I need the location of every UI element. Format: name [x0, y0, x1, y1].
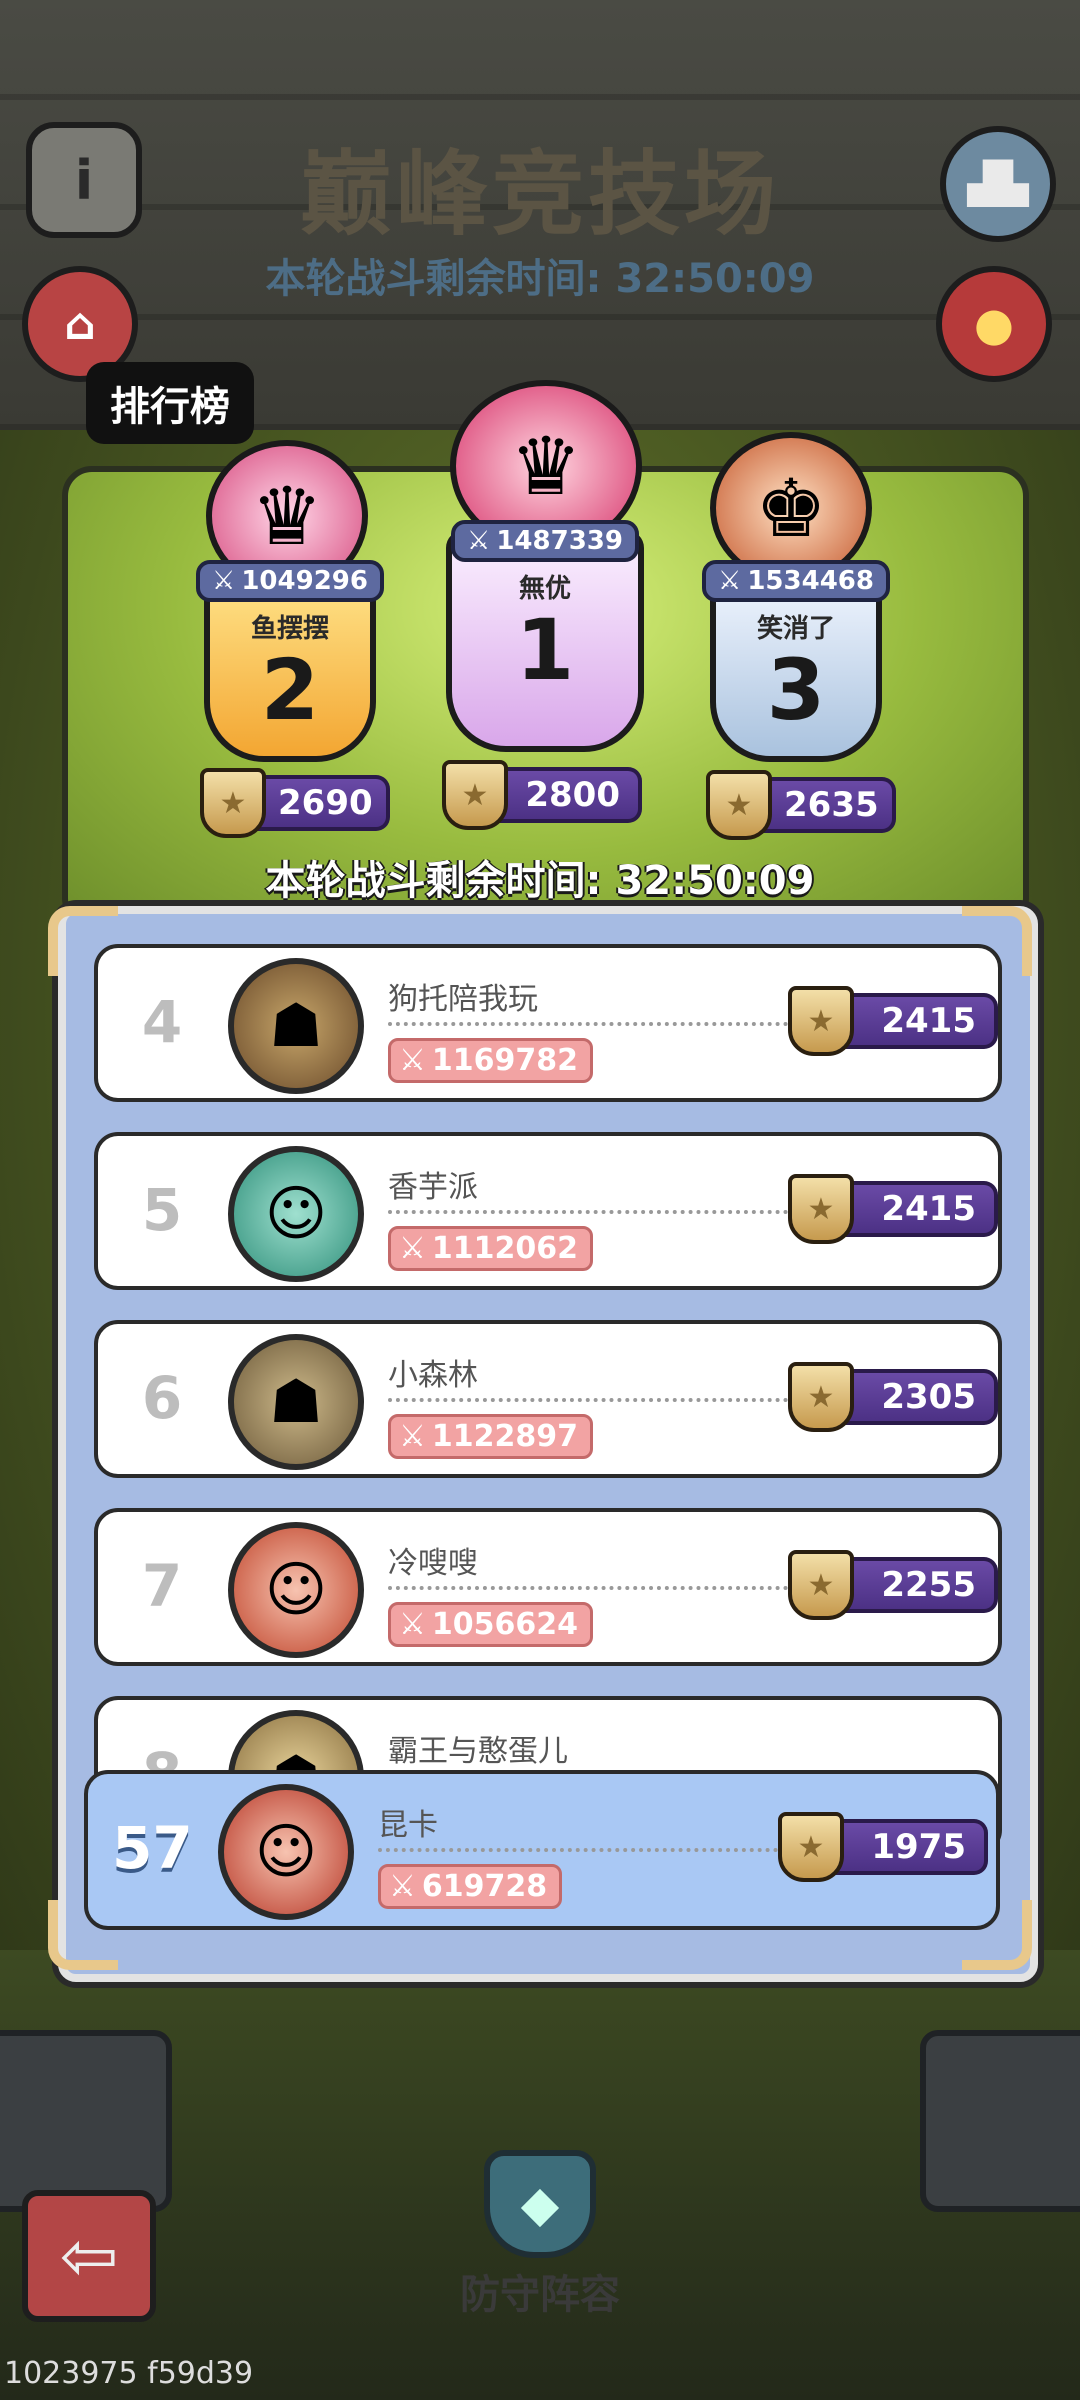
my-rank-row[interactable]: 57 ☺ 昆卡 ⚔ 619728 ★ 1975 — [84, 1770, 1000, 1930]
player-name: 狗托陪我玩 — [388, 982, 538, 1017]
trophy-icon: ★ — [200, 768, 266, 838]
trophy-score: ★ 2415 — [788, 986, 998, 1056]
player-name: 無优 — [518, 574, 571, 604]
podium-button[interactable]: ▟▙ — [940, 126, 1056, 242]
trophy-icon: ★ — [442, 760, 508, 830]
player-name: 小森林 — [388, 1358, 478, 1393]
player-avatar[interactable]: ☺ — [228, 1146, 364, 1282]
shop-icon: ⌂ — [64, 298, 96, 350]
player-name: 冷嗖嗖 — [388, 1546, 478, 1581]
trophy-icon: ★ — [788, 1362, 854, 1432]
power-icon: ⚔ — [399, 1607, 426, 1642]
chest-button[interactable]: ● — [936, 266, 1052, 382]
divider — [388, 1022, 788, 1026]
trophy-icon: ★ — [788, 1550, 854, 1620]
trophy-icon: ★ — [778, 1812, 844, 1882]
leaderboard-row[interactable]: 4 ☗ 狗托陪我玩 ⚔ 1169782 ★ 2415 — [94, 944, 1002, 1102]
trophy-icon: ★ — [788, 1174, 854, 1244]
row-rank: 5 — [141, 1176, 183, 1244]
back-arrow-icon: ⇦ — [59, 2215, 119, 2297]
power-pill: ⚔ 1487339 — [451, 520, 639, 562]
trophy-score: ★ 2415 — [788, 1174, 998, 1244]
build-id: 1023975 f59d39 — [4, 2356, 254, 2391]
trophy-score: ★ 2255 — [788, 1550, 998, 1620]
power-pill: ⚔ 1534468 — [702, 560, 890, 602]
podium-icon: ▟▙ — [967, 161, 1029, 207]
leaderboard-row[interactable]: 7 ☺ 冷嗖嗖 ⚔ 1056624 ★ 2255 — [94, 1508, 1002, 1666]
player-avatar[interactable]: ☺ — [218, 1784, 354, 1920]
power-icon: ⚔ — [399, 1231, 426, 1266]
power-icon: ⚔ — [399, 1043, 426, 1078]
power-icon: ⚔ — [212, 566, 236, 596]
rank-number: 3 — [766, 641, 826, 739]
player-avatar[interactable]: ☺ — [228, 1522, 364, 1658]
power-pill: ⚔ 1049296 — [196, 560, 384, 602]
power-icon: ⚔ — [467, 526, 491, 556]
player-name: 霸王与憨蛋儿 — [388, 1734, 568, 1769]
player-name: 昆卡 — [378, 1808, 438, 1843]
player-avatar[interactable]: ☗ — [228, 958, 364, 1094]
power-badge: ⚔ 1169782 — [388, 1038, 594, 1083]
player-name: 鱼摆摆 — [250, 614, 329, 644]
score-rank-3: ★ 2635 — [706, 770, 896, 840]
player-avatar[interactable]: ☗ — [228, 1334, 364, 1470]
score-rank-2: ★ 2690 — [200, 768, 390, 838]
divider — [378, 1848, 778, 1852]
trophy-score: ★ 2305 — [788, 1362, 998, 1432]
row-rank: 57 — [112, 1814, 193, 1882]
player-name: 香芋派 — [388, 1170, 478, 1205]
frame-corner — [962, 906, 1032, 976]
divider — [388, 1210, 788, 1214]
ranking-tab[interactable]: 排行榜 — [86, 362, 254, 444]
podium-rank-2: ⚔ 1049296 鱼摆摆 2 — [196, 560, 384, 762]
podium-rank-3: ⚔ 1534468 笑消了 3 — [702, 560, 890, 762]
defense-lineup-button[interactable]: ◆ 防守阵容 — [440, 2150, 640, 2320]
player-name: 笑消了 — [756, 614, 835, 644]
power-icon: ⚔ — [399, 1419, 426, 1454]
info-button[interactable]: i — [26, 122, 142, 238]
podium-rank-1: ⚔ 1487339 無优 1 — [446, 520, 644, 752]
row-rank: 4 — [141, 988, 183, 1056]
power-badge: ⚔ 1112062 — [388, 1226, 594, 1271]
info-icon: i — [74, 148, 94, 212]
power-icon: ⚔ — [718, 566, 742, 596]
divider — [388, 1398, 788, 1402]
divider — [388, 1586, 788, 1590]
frame-corner — [48, 906, 118, 976]
crate-right — [920, 2030, 1080, 2212]
round-timer: 本轮战斗剩余时间: 32:50:09 — [265, 256, 815, 302]
shield-icon: ◆ — [484, 2150, 596, 2258]
power-badge: ⚔ 1122897 — [388, 1414, 594, 1459]
leaderboard-row[interactable]: 5 ☺ 香芋派 ⚔ 1112062 ★ 2415 — [94, 1132, 1002, 1290]
page-title: 巅峰竞技场 — [299, 141, 780, 248]
trophy-score: ★ 1975 — [778, 1812, 988, 1882]
trophy-icon: ★ — [706, 770, 772, 840]
defense-lineup-label: 防守阵容 — [460, 2272, 620, 2318]
crate-left — [0, 2030, 172, 2212]
row-rank: 6 — [141, 1364, 183, 1432]
back-button[interactable]: ⇦ — [22, 2190, 156, 2322]
rank-number: 1 — [515, 601, 575, 699]
row-rank: 7 — [141, 1552, 183, 1620]
chest-icon: ● — [973, 297, 1015, 351]
trophy-icon: ★ — [788, 986, 854, 1056]
power-badge: ⚔ 619728 — [378, 1864, 563, 1909]
round-timer-panel: 本轮战斗剩余时间: 32:50:09 — [265, 858, 815, 904]
leaderboard-row[interactable]: 6 ☗ 小森林 ⚔ 1122897 ★ 2305 — [94, 1320, 1002, 1478]
power-icon: ⚔ — [389, 1869, 416, 1904]
score-rank-1: ★ 2800 — [442, 760, 642, 830]
rank-number: 2 — [260, 641, 320, 739]
power-badge: ⚔ 1056624 — [388, 1602, 594, 1647]
